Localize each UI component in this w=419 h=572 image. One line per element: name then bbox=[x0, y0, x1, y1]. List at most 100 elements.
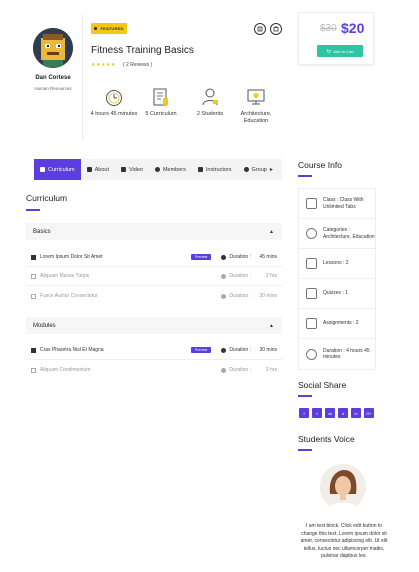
meta-duration: 4 hours 45 minutes bbox=[89, 87, 139, 118]
google-plus-icon[interactable]: G+ bbox=[364, 408, 374, 418]
tab-instructors[interactable]: Instructors bbox=[192, 159, 238, 180]
info-text: Quizzes : 1 bbox=[323, 290, 349, 297]
duration-value: 30 mins bbox=[259, 347, 277, 353]
facebook-icon[interactable]: f bbox=[299, 408, 309, 418]
reviews-count[interactable]: ( 2 Reviews ) bbox=[123, 62, 152, 68]
info-text: Duration : 4 hours 45 minutes bbox=[323, 347, 370, 361]
lesson-title[interactable]: Aliquam Condimentum bbox=[40, 367, 221, 373]
price-box: $30 $20 Add to Cart bbox=[298, 12, 374, 65]
info-row-categories: Categories : Architecture, Education bbox=[299, 219, 375, 249]
cart-icon bbox=[326, 48, 332, 53]
tab-about[interactable]: About bbox=[81, 159, 115, 180]
monitor-icon bbox=[247, 89, 265, 105]
curriculum-tab-icon bbox=[40, 167, 45, 172]
tab-video[interactable]: Video bbox=[115, 159, 149, 180]
duration-label: Duration : bbox=[229, 273, 251, 279]
lesson-title[interactable]: Cras Pharetra Nisl Et Magna bbox=[40, 347, 191, 353]
chevron-right-icon[interactable]: ▸ bbox=[270, 166, 273, 173]
divider bbox=[26, 266, 282, 267]
duration-value: 45 mins bbox=[259, 254, 277, 260]
clock-icon bbox=[221, 254, 227, 260]
group-tab-icon bbox=[243, 167, 249, 172]
meta-curriculum: 5 Curriculum bbox=[136, 87, 186, 118]
divider bbox=[26, 285, 282, 286]
rating-stars: ★★★★★ bbox=[91, 62, 116, 68]
linkedin-icon[interactable]: in bbox=[351, 408, 361, 418]
lesson-item[interactable]: Fusce Auctor Consectetur Duration : 30 m… bbox=[31, 291, 277, 301]
clock-icon bbox=[221, 347, 227, 353]
add-to-cart-label: Add to Cart bbox=[333, 48, 354, 54]
info-row-class: Class : Class With Unlimited Tabs bbox=[299, 189, 375, 219]
lessons-icon bbox=[306, 258, 317, 269]
tab-curriculum[interactable]: Curriculum bbox=[34, 159, 81, 180]
meta-categories: Architecture, Education bbox=[231, 87, 281, 125]
members-tab-icon bbox=[154, 167, 160, 172]
header-divider bbox=[82, 14, 83, 140]
about-tab-icon bbox=[86, 167, 92, 172]
duration-label: Duration : bbox=[229, 254, 251, 260]
info-row-quizzes: Quizzes : 1 bbox=[299, 279, 375, 309]
student-photo bbox=[320, 464, 366, 510]
course-info-underline bbox=[298, 175, 312, 177]
tab-label: Members bbox=[162, 166, 186, 173]
lesson-title[interactable]: Lorem Ipsum Dolor Sit Amet bbox=[40, 254, 191, 260]
lesson-doc-icon bbox=[31, 254, 36, 260]
twitter-icon[interactable]: t bbox=[312, 408, 322, 418]
course-tabs: Curriculum About Video Members Instructo… bbox=[34, 159, 282, 180]
testimonial-text: I am text block. Click edit button to ch… bbox=[300, 523, 388, 559]
add-to-cart-button[interactable]: Add to Cart bbox=[317, 45, 363, 57]
info-text: Class : Class With Unlimited Tabs bbox=[323, 197, 364, 210]
featured-badge: FEATURED bbox=[91, 23, 127, 34]
instructor-avatar[interactable] bbox=[33, 28, 73, 68]
lesson-item[interactable]: Aliquam Massa Turpis Duration : 2 hrs bbox=[31, 271, 277, 281]
tab-label: Curriculum bbox=[48, 166, 75, 173]
chevron-up-icon[interactable]: ▲ bbox=[269, 323, 274, 329]
lesson-item[interactable]: Lorem Ipsum Dolor Sit Amet Preview Durat… bbox=[31, 252, 277, 262]
group-header-modules[interactable]: Modules ▲ bbox=[26, 317, 282, 334]
lesson-title[interactable]: Fusce Auctor Consectetur bbox=[40, 293, 221, 299]
old-price: $30 bbox=[320, 23, 337, 34]
video-tab-icon bbox=[120, 167, 126, 172]
lesson-title[interactable]: Aliquam Massa Turpis bbox=[40, 273, 221, 279]
instructor-name[interactable]: Dan Cortese bbox=[20, 75, 86, 81]
students-voice-heading: Students Voice bbox=[298, 434, 355, 444]
vk-icon[interactable]: vk bbox=[325, 408, 335, 418]
meta-label: Architecture, Education bbox=[240, 111, 272, 124]
assignments-icon bbox=[306, 318, 317, 329]
duration-icon bbox=[306, 348, 317, 360]
students-icon bbox=[202, 88, 218, 106]
class-icon bbox=[306, 198, 317, 209]
info-row-assignments: Assignments : 2 bbox=[299, 309, 375, 339]
tab-label: Group bbox=[251, 166, 267, 173]
featured-label: FEATURED bbox=[100, 26, 124, 31]
curriculum-underline bbox=[26, 209, 40, 211]
preview-badge[interactable]: Preview bbox=[190, 347, 212, 353]
instructor-role: Human Resources bbox=[34, 86, 72, 91]
delicious-icon[interactable]: d bbox=[338, 408, 348, 418]
group-title: Basics bbox=[33, 228, 51, 235]
lesson-item[interactable]: Aliquam Condimentum Duration : 2 hrs bbox=[31, 365, 277, 375]
course-title: Fitness Training Basics bbox=[91, 45, 194, 56]
lesson-doc-icon bbox=[31, 293, 36, 299]
categories-icon bbox=[306, 228, 317, 239]
instructors-tab-icon bbox=[197, 167, 203, 172]
meta-label: 4 hours 45 minutes bbox=[90, 111, 138, 117]
tab-group[interactable]: Group ▸ bbox=[238, 159, 279, 180]
share-icon[interactable] bbox=[270, 23, 282, 35]
clock-icon bbox=[221, 367, 227, 373]
tab-label: Video bbox=[128, 166, 143, 173]
course-info-box: Class : Class With Unlimited Tabs Catego… bbox=[298, 188, 376, 370]
preview-badge[interactable]: Preview bbox=[190, 254, 212, 260]
chevron-up-icon[interactable]: ▲ bbox=[269, 229, 274, 235]
meta-label: 5 Curriculum bbox=[145, 111, 177, 117]
meta-students: 2 Students bbox=[185, 87, 235, 118]
tab-members[interactable]: Members bbox=[149, 159, 192, 180]
duration-value: 2 hrs bbox=[265, 367, 277, 373]
duration-value: 2 hrs bbox=[265, 273, 277, 279]
wishlist-icon[interactable] bbox=[254, 23, 266, 35]
tab-label: Instructors bbox=[205, 166, 232, 173]
lesson-item[interactable]: Cras Pharetra Nisl Et Magna Preview Dura… bbox=[31, 345, 277, 355]
group-header-basics[interactable]: Basics ▲ bbox=[26, 223, 282, 240]
divider bbox=[26, 359, 282, 360]
lesson-doc-icon bbox=[31, 367, 36, 373]
